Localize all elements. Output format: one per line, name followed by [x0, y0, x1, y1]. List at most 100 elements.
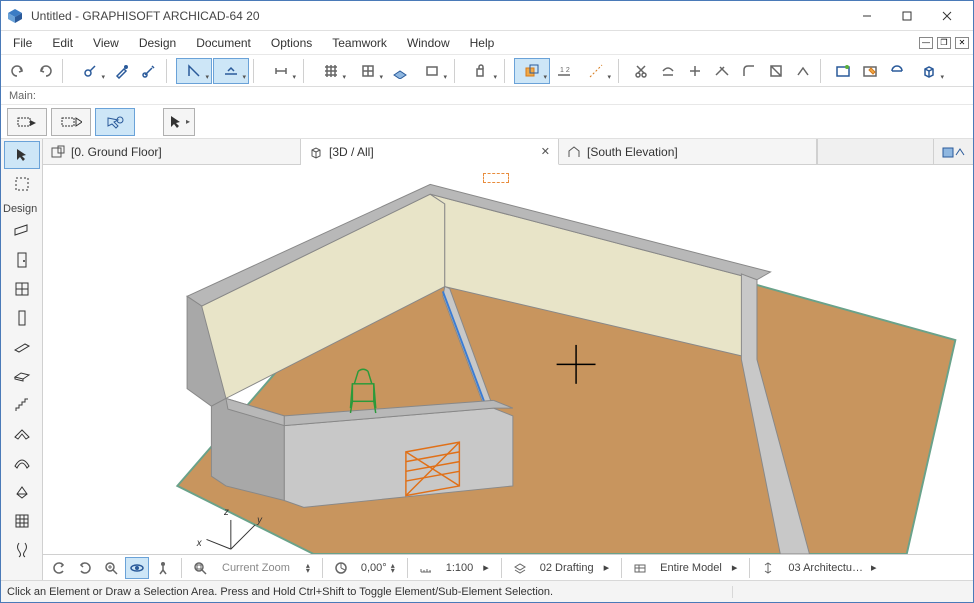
cut-button[interactable] — [628, 58, 654, 84]
grid-display-button[interactable] — [350, 58, 386, 84]
arrow-pointer-button[interactable]: ▸ — [163, 108, 195, 136]
column-tool[interactable] — [4, 304, 40, 332]
tab-navigator-button[interactable] — [933, 139, 973, 164]
zoom-button[interactable] — [99, 557, 123, 579]
menu-edit[interactable]: Edit — [42, 33, 83, 53]
zoom-carets[interactable]: ▴▾ — [300, 563, 316, 573]
minimize-button[interactable] — [847, 2, 887, 30]
orientation-button[interactable] — [329, 557, 353, 579]
ruler-level-button[interactable] — [213, 58, 249, 84]
3d-scene: y z x — [43, 165, 973, 554]
box-3d-button[interactable] — [911, 58, 947, 84]
eyedropper-button[interactable] — [109, 58, 135, 84]
dimension-combo[interactable]: 03 Architectu…▸ — [782, 561, 882, 574]
modelview-value: Entire Model — [660, 562, 722, 574]
undo-button[interactable] — [5, 58, 31, 84]
skylight-tool[interactable] — [4, 478, 40, 506]
dimension-tool-button[interactable]: 1 2 — [551, 58, 577, 84]
modelview-combo[interactable]: Entire Model▸ — [654, 561, 743, 574]
floorplan-icon — [51, 145, 65, 159]
editing-plane-button[interactable] — [387, 58, 413, 84]
elevation-icon — [567, 145, 581, 159]
menu-window[interactable]: Window — [397, 33, 460, 53]
zoom-label: Current Zoom — [214, 562, 298, 574]
door-tool[interactable] — [4, 246, 40, 274]
close-button[interactable] — [927, 2, 967, 30]
status-hint: Click an Element or Draw a Selection Are… — [1, 586, 733, 598]
slab-tool[interactable] — [4, 362, 40, 390]
fit-button[interactable] — [188, 557, 212, 579]
inject-button[interactable] — [136, 58, 162, 84]
layer-icon — [508, 557, 532, 579]
angle-combo[interactable]: 0,00°▴▾ — [355, 562, 401, 574]
menu-design[interactable]: Design — [129, 33, 186, 53]
marquee-tool[interactable] — [4, 170, 40, 198]
beam-tool[interactable] — [4, 333, 40, 361]
trace-button[interactable] — [514, 58, 550, 84]
suspend-groups-button[interactable] — [464, 58, 500, 84]
tab-3d-all[interactable]: [3D / All] ✕ — [301, 139, 559, 165]
menu-help[interactable]: Help — [460, 33, 505, 53]
scroll-back-button[interactable] — [47, 557, 71, 579]
tab-close-button[interactable]: ✕ — [541, 145, 550, 158]
guideline-button[interactable] — [578, 58, 614, 84]
intersect-button[interactable] — [709, 58, 735, 84]
roof-tool[interactable] — [4, 420, 40, 448]
walk-button[interactable] — [151, 557, 175, 579]
orbit-button[interactable] — [125, 557, 149, 579]
layer-combo[interactable]: 02 Drafting▸ — [534, 561, 615, 574]
maximize-button[interactable] — [887, 2, 927, 30]
edit-selection-button[interactable] — [857, 58, 883, 84]
pick-button[interactable] — [72, 58, 108, 84]
rectangle-button[interactable] — [414, 58, 450, 84]
grid-snap-button[interactable] — [313, 58, 349, 84]
window-title: Untitled - GRAPHISOFT ARCHICAD-64 20 — [31, 9, 847, 23]
stair-tool[interactable] — [4, 391, 40, 419]
show-selection-button[interactable] — [830, 58, 856, 84]
info-bar-label: Main: — [9, 90, 36, 102]
resize-button[interactable] — [763, 58, 789, 84]
window-tool[interactable] — [4, 275, 40, 303]
scroll-fwd-button[interactable] — [73, 557, 97, 579]
adjust-button[interactable] — [655, 58, 681, 84]
mdi-restore-button[interactable]: ❐ — [937, 37, 951, 49]
scale-icon — [414, 557, 438, 579]
status-bar: Click an Element or Draw a Selection Are… — [1, 580, 973, 602]
svg-text:z: z — [223, 507, 229, 518]
toolbox-section-label: Design — [3, 199, 37, 217]
cube-icon — [309, 145, 323, 159]
split-button[interactable] — [682, 58, 708, 84]
menu-teamwork[interactable]: Teamwork — [322, 33, 397, 53]
info-bar: Main: — [1, 87, 973, 105]
roof-button[interactable] — [790, 58, 816, 84]
arrow-tool[interactable] — [4, 141, 40, 169]
tab-ground-floor[interactable]: [0. Ground Floor] — [43, 139, 301, 164]
quick-select-button[interactable] — [95, 108, 135, 136]
redo-button[interactable] — [32, 58, 58, 84]
arrow-mode-2-button[interactable] — [51, 108, 91, 136]
quick-options-bar: Current Zoom ▴▾ 0,00°▴▾ 1:100▸ 02 Drafti… — [43, 554, 973, 580]
morph-tool[interactable] — [4, 536, 40, 564]
scale-combo[interactable]: 1:100▸ — [440, 561, 495, 574]
project-button[interactable] — [884, 58, 910, 84]
main-toolbar: 1 2 — [1, 55, 973, 87]
scale-value: 1:100 — [446, 562, 474, 574]
mdi-close-button[interactable]: ✕ — [955, 37, 969, 49]
arrow-mode-1-button[interactable] — [7, 108, 47, 136]
mdi-minimize-button[interactable]: — — [919, 37, 933, 49]
modelview-icon — [628, 557, 652, 579]
fillet-button[interactable] — [736, 58, 762, 84]
menu-view[interactable]: View — [83, 33, 129, 53]
shell-tool[interactable] — [4, 449, 40, 477]
tab-south-elevation[interactable]: [South Elevation] — [559, 139, 817, 164]
dimension-icon — [756, 557, 780, 579]
curtainwall-tool[interactable] — [4, 507, 40, 535]
toolbox: Design — [1, 139, 43, 580]
menu-options[interactable]: Options — [261, 33, 322, 53]
menu-document[interactable]: Document — [186, 33, 261, 53]
ruler-angle-button[interactable] — [176, 58, 212, 84]
measure-button[interactable] — [263, 58, 299, 84]
3d-viewport[interactable]: y z x — [43, 165, 973, 554]
wall-tool[interactable] — [4, 217, 40, 245]
menu-file[interactable]: File — [3, 33, 42, 53]
